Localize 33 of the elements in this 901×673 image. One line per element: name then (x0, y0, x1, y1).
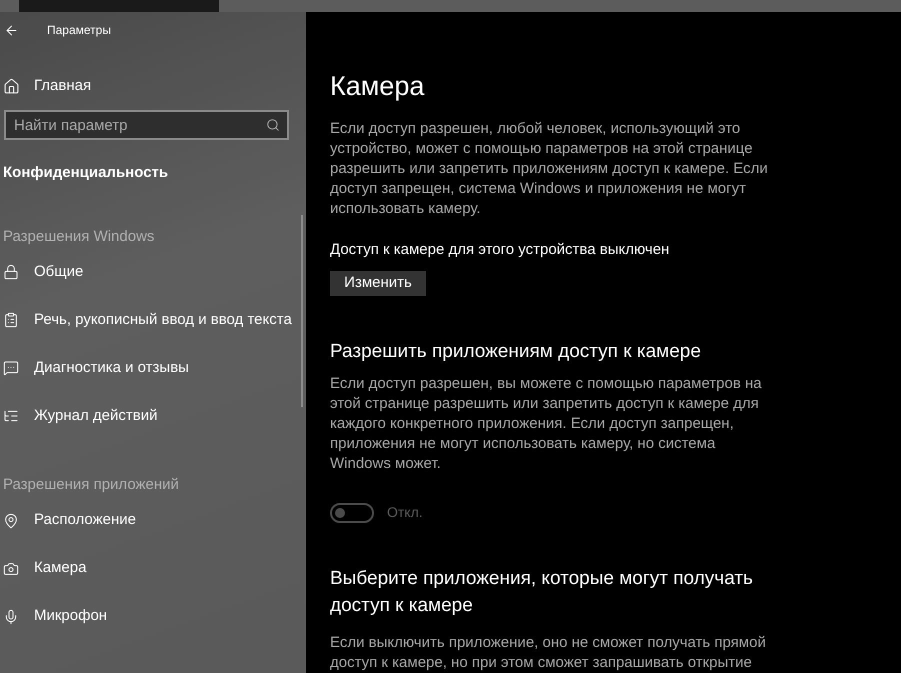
section-heading: Выберите приложения, которые могут получать доступ к камере (330, 567, 754, 618)
sidebar-item[interactable]: Микрофон (34, 605, 108, 628)
microphone-icon (3, 608, 19, 624)
sidebar-item[interactable]: Общие (34, 260, 84, 284)
change-button[interactable]: Изменить (330, 270, 426, 296)
location-pin-icon (3, 512, 19, 528)
section-heading: Разрешить приложениям доступ к камере (330, 340, 702, 364)
sidebar-item[interactable]: Диагностика и отзывы (34, 356, 189, 380)
device-description: Если доступ разрешен, любой человек, использующий это устройство, может с помощью параметров на этой странице разрешить или запретить приложениям доступ к камере. Если доступ запрещен, система Windows и приложения не могут использовать камеру. (330, 119, 769, 219)
camera-icon (3, 560, 19, 576)
window-title: Параметры (47, 22, 111, 39)
choose-description: Если выключить приложение, оно не сможет получать прямой доступ к камере, но при этом сможет запрашивать открытие (330, 633, 767, 673)
apps-description: Если доступ разрешен, вы можете с помощью параметров на этой странице разрешить или запретить доступ к камере для каждого конкретного приложения. Если доступ запрещен, приложения не могут использовать камеру, но система Windows может. (330, 374, 763, 474)
section-heading: Разрешения приложений (3, 475, 180, 495)
home-link[interactable]: Главная (34, 74, 92, 98)
clipboard-icon (3, 312, 19, 328)
category-heading: Конфиденциальность (3, 163, 170, 183)
scrollbar[interactable] (301, 215, 303, 407)
list-icon (3, 408, 19, 424)
toggle-label: Откл. (387, 503, 423, 522)
sidebar-item[interactable]: Журнал действий (34, 404, 158, 428)
sidebar-item[interactable]: Камера (34, 557, 86, 580)
sidebar-item[interactable]: Речь, рукописный ввод и ввод текста (34, 308, 292, 332)
back-icon[interactable] (4, 22, 19, 38)
page-title: Камера (330, 70, 426, 103)
home-icon (3, 78, 20, 94)
device-status: Доступ к камере для этого устройства выключен (330, 240, 670, 260)
search-field[interactable]: Найти параметр (4, 110, 289, 140)
search-icon[interactable] (266, 118, 280, 132)
section-heading: Разрешения Windows (3, 226, 156, 246)
feedback-icon (3, 360, 19, 376)
lock-icon (3, 264, 19, 280)
sidebar-item[interactable]: Расположение (34, 509, 136, 532)
